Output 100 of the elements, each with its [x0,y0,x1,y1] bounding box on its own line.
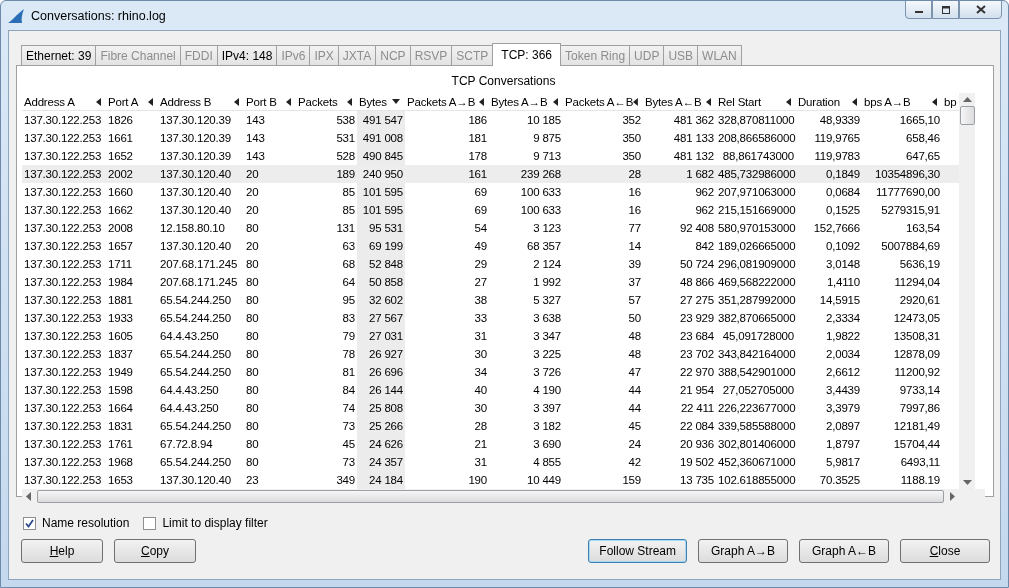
scroll-right-icon[interactable] [950,491,955,501]
table-row[interactable]: 137.30.122.253 1598 64.4.43.250 80 84 26 144 40 4 190 44 21 954 27,052705000 3,4439 9733,14 [22,381,959,399]
table-row[interactable]: 137.30.122.253 1837 65.54.244.250 80 78 26 927 30 3 225 48 23 702 343,842164000 2,0034 12878,09 [22,345,959,363]
scroll-thumb[interactable] [959,106,975,125]
table-cell: 1831 [108,420,133,432]
table-cell: 84 [342,384,355,396]
table-cell: 491 547 [362,114,403,126]
table-cell: 80 [246,294,259,306]
tab[interactable]: TCP: 366 [492,43,562,66]
dialog-button[interactable]: Graph A→B [698,539,788,563]
table-cell: 63 [342,240,355,252]
table-row[interactable]: 137.30.122.253 1711 207.68.171.245 80 68 52 848 29 2 124 39 50 724 296,081909000 3,0148 5636,19 [22,255,959,273]
tab[interactable]: Ethernet: 39 [21,45,97,65]
column-header[interactable]: Bytes A→B [489,93,563,111]
scroll-left-icon[interactable] [26,491,31,501]
table-cell: 80 [246,330,259,342]
checkbox[interactable] [143,516,157,530]
table-cell: 85 [342,204,355,216]
column-header[interactable]: Port B [244,93,296,111]
column-header[interactable]: Duration [796,93,862,111]
scroll-up-icon[interactable] [962,97,972,102]
column-header[interactable]: Bytes A←B [643,93,716,111]
table-row[interactable]: 137.30.122.253 1831 65.54.244.250 80 73 25 266 28 3 182 45 22 084 339,585588000 2,0897 12181,49 [22,417,959,435]
table-cell: 85 [342,186,355,198]
table-cell: 178 [468,150,487,162]
table-row[interactable]: 137.30.122.253 2002 137.30.120.40 20 189 240 950 161 239 268 28 1 682 485,732986000 0,1849 10354896,30 [22,165,959,183]
table-cell: 48 [628,348,641,360]
column-header[interactable]: Address A [22,93,106,111]
table-cell: 80 [246,348,259,360]
maximize-button[interactable] [932,1,959,19]
table-cell: 1657 [108,240,133,252]
table-row[interactable]: 137.30.122.253 1661 137.30.120.39 143 531 491 008 181 9 875 350 481 133 208,866586000 119,9765 658,46 [22,129,959,147]
table-cell: 23 929 [680,312,714,324]
table-row[interactable]: 137.30.122.253 1660 137.30.120.40 20 85 101 595 69 100 633 16 962 207,971063000 0,0684 11777690,00 [22,183,959,201]
column-header[interactable]: Packets [296,93,357,111]
column-header[interactable]: bps A→B [862,93,942,111]
table-cell: 64 [342,276,355,288]
table-cell: 339,585588000 [718,420,796,432]
table-cell: 81 [342,366,355,378]
table-cell: 2002 [108,168,133,180]
table-row[interactable]: 137.30.122.253 1881 65.54.244.250 80 95 32 602 38 5 327 57 27 275 351,287992000 14,5915 2920,61 [22,291,959,309]
table-cell: 137.30.122.253 [24,420,102,432]
table-cell: 352 [622,114,641,126]
column-header[interactable]: Packets A←B [563,93,643,111]
table-row[interactable]: 137.30.122.253 1826 137.30.120.39 143 538 491 547 186 10 185 352 481 362 328,870811000 48,9339 1665,10 [22,110,959,129]
table-cell: 1605 [108,330,133,342]
table-cell: 2920,61 [899,294,940,306]
table-cell: 1664 [108,402,133,414]
table-cell: 80 [246,222,259,234]
table-row[interactable]: 137.30.122.253 1662 137.30.120.40 20 85 101 595 69 100 633 16 962 215,151669000 0,1525 5279315,91 [22,201,959,219]
table-cell: 50 724 [680,258,714,270]
dialog-button[interactable]: Copy [114,539,196,563]
table-row[interactable]: 137.30.122.253 1664 64.4.43.250 80 74 25 808 30 3 397 44 22 411 226,223677000 3,3979 7997,86 [22,399,959,417]
table-row[interactable]: 137.30.122.253 1653 137.30.120.40 23 349 24 184 190 10 449 159 13 735 102.618855000 70.3525 1188.19 [22,471,959,489]
column-header[interactable]: Packets A→B [405,93,489,111]
table-row[interactable]: 137.30.122.253 1984 207.68.171.245 80 64 50 858 27 1 992 37 48 866 469,568222000 1,4110 11294,04 [22,273,959,291]
table-cell: 74 [342,402,355,414]
table-cell: 119,9783 [814,150,860,162]
table-cell: 11777690,00 [875,186,940,198]
table-row[interactable]: 137.30.122.253 1652 137.30.120.39 143 528 490 845 178 9 713 350 481 132 88,861743000 119,9783 647,65 [22,147,959,165]
table-row[interactable]: 137.30.122.253 1605 64.4.43.250 80 79 27 031 31 3 347 48 23 684 45,091728000 1,9822 13508,31 [22,327,959,345]
table-cell: 12181,49 [893,420,940,432]
table-cell: 24 184 [369,474,403,486]
scroll-down-icon[interactable] [962,480,972,485]
table-cell: 44 [628,384,641,396]
column-header[interactable]: Rel Start [716,93,796,111]
table-cell: 137.30.120.39 [160,132,231,144]
checkbox[interactable] [23,516,36,530]
close-button[interactable] [959,1,1002,19]
table-cell: 52 848 [369,258,403,270]
table-row[interactable]: 137.30.122.253 1761 67.72.8.94 80 45 24 626 21 3 690 24 20 936 302,801406000 1,8797 15704,44 [22,435,959,453]
sort-icon [347,97,352,106]
table-cell: 16 [628,204,641,216]
vertical-scrollbar[interactable] [959,93,975,489]
table-cell: 962 [695,186,714,198]
column-header[interactable]: Address B [158,93,244,111]
table-row[interactable]: 137.30.122.253 1968 65.54.244.250 80 73 24 357 31 4 855 42 19 502 452,360671000 5,9817 6493,11 [22,453,959,471]
minimize-button[interactable] [905,1,932,19]
table-row[interactable]: 137.30.122.253 1949 65.54.244.250 80 81 26 696 34 3 726 47 22 970 388,542901000 2,6612 11200,92 [22,363,959,381]
table-cell: 137.30.122.253 [24,222,102,234]
column-header[interactable]: Port A [106,93,158,111]
dialog-button[interactable]: Graph A←B [799,539,889,563]
dialog-button[interactable]: Close [900,539,990,563]
table-cell: 22 411 [680,402,714,414]
dialog-button[interactable]: Follow Stream [588,539,687,563]
table-row[interactable]: 137.30.122.253 1657 137.30.120.40 20 63 69 199 49 68 357 14 842 189,026665000 0,1092 5007884,69 [22,237,959,255]
table-cell: 100 633 [520,186,561,198]
table-cell: 207.68.171.245 [160,258,238,270]
table-cell: 48,9339 [819,114,860,126]
table-row[interactable]: 137.30.122.253 1933 65.54.244.250 80 83 27 567 33 3 638 50 23 929 382,870665000 2,3334 12473,05 [22,309,959,327]
column-header[interactable]: Bytes [357,93,405,111]
table-row[interactable]: 137.30.122.253 2008 12.158.80.10 80 131 95 531 54 3 123 77 92 408 580,970153000 152,7666 163,54 [22,219,959,237]
table-cell: 14 [628,240,641,252]
table-cell: 1 682 [686,168,714,180]
tab[interactable]: IPv4: 148 [216,45,278,65]
table-cell: 186 [468,114,487,126]
table-cell: 580,970153000 [718,222,796,234]
dialog-button[interactable]: Help [21,539,103,563]
table-cell: 80 [246,402,259,414]
table-cell: 152,7666 [813,222,860,234]
